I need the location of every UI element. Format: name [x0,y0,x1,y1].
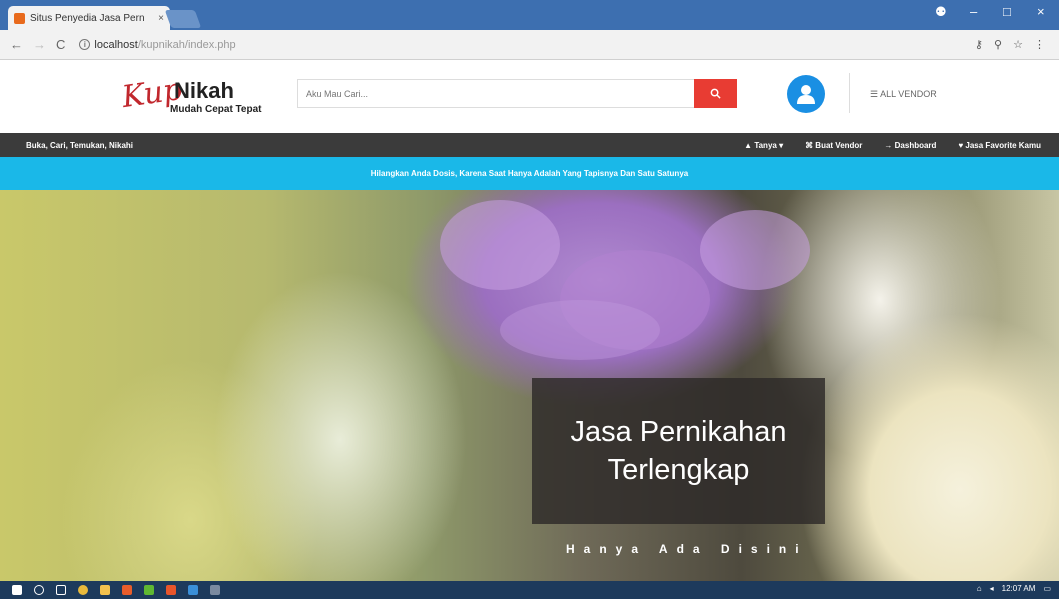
flower-petal [440,200,560,290]
logo-tagline: Mudah Cepat Tepat [170,104,262,115]
network-icon[interactable]: ⌂ [977,584,982,593]
close-window-button[interactable]: × [1037,4,1045,19]
app-icon[interactable] [210,585,220,595]
app-icon[interactable] [122,585,132,595]
account-icon[interactable]: ⚉ [935,4,947,20]
user-account-button[interactable] [787,75,825,113]
url-host: localhost [94,38,138,51]
search-bar [297,79,737,108]
hero-image: Jasa Pernikahan Terlengkap Hanya Ada Dis… [0,190,1059,581]
nav-tagline: Buka, Cari, Temukan, Nikahi [26,140,133,150]
app-icon[interactable] [188,585,198,595]
maximize-button[interactable]: □ [1003,4,1011,19]
back-button[interactable]: ← [10,37,23,52]
app-icon[interactable] [144,585,154,595]
nav-item-favorite[interactable]: ♥ Jasa Favorite Kamu [958,141,1041,150]
chrome-icon[interactable] [78,585,88,595]
clock[interactable]: 12:07 AM [1002,584,1036,593]
search-input[interactable] [298,80,694,107]
file-explorer-icon[interactable] [100,585,110,595]
user-icon [797,85,815,104]
logo-name: Nikah [174,78,234,103]
search-icon [710,88,721,99]
all-vendor-link[interactable]: ☰ ALL VENDOR [870,89,937,100]
site-header: Kup Nikah Mudah Cepat Tepat ☰ ALL VENDOR [0,61,1059,131]
nav-item-dashboard[interactable]: → Dashboard [884,141,936,150]
hero-title: Jasa Pernikahan Terlengkap [570,416,787,486]
header-divider [849,73,850,113]
windows-start-icon[interactable] [12,585,22,595]
system-tray: ⌂ ◂ 12:07 AM ▭ [977,584,1051,593]
task-view-icon[interactable] [56,585,66,595]
site-logo[interactable]: Kup Nikah Mudah Cepat Tepat [120,72,262,122]
reload-button[interactable]: C [56,37,65,52]
browser-tab-bar: Situs Penyedia Jasa Pern × ⚉ – □ × [0,0,1059,30]
nav-item-tanya[interactable]: ▲ Tanya ▾ [744,141,783,150]
new-tab-button[interactable] [164,10,202,28]
address-bar: ← → C i localhost/kupnikah/index.php ⚷ ⚲ … [0,30,1059,60]
forward-button[interactable]: → [33,37,46,52]
all-vendor-label: ALL VENDOR [880,89,937,99]
main-nav: Buka, Cari, Temukan, Nikahi ▲ Tanya ▾ ⌘ … [0,133,1059,157]
tab-title: Situs Penyedia Jasa Pern [30,12,145,24]
url-field[interactable]: i localhost/kupnikah/index.php [79,38,236,51]
info-icon[interactable]: i [79,39,91,51]
favicon-icon [14,12,25,24]
volume-icon[interactable]: ◂ [990,584,994,593]
url-path: /kupnikah/index.php [137,38,236,51]
cortana-icon[interactable] [34,585,44,595]
taskbar: ⌂ ◂ 12:07 AM ▭ [0,581,1059,599]
tab-close-icon[interactable]: × [158,13,164,24]
flower-petal [500,300,660,360]
list-icon: ☰ [870,89,881,99]
notification-icon[interactable]: ▭ [1043,584,1051,593]
hero-caption-box: Jasa Pernikahan Terlengkap [532,378,825,524]
browser-tab[interactable]: Situs Penyedia Jasa Pern × [8,6,170,30]
banner-text: Hilangkan Anda Dosis, Karena Saat Hanya … [370,169,689,178]
search-button[interactable] [694,79,737,108]
app-icon[interactable] [166,585,176,595]
hero-subtitle: Hanya Ada Disini [566,542,808,556]
nav-item-buat-vendor[interactable]: ⌘ Buat Vendor [805,141,862,150]
flower-petal [700,210,810,290]
browser-toolbar-icons[interactable]: ⚷ ⚲ ☆ ⋮ [975,38,1049,51]
announcement-banner: Hilangkan Anda Dosis, Karena Saat Hanya … [0,157,1059,190]
minimize-button[interactable]: – [970,4,977,19]
